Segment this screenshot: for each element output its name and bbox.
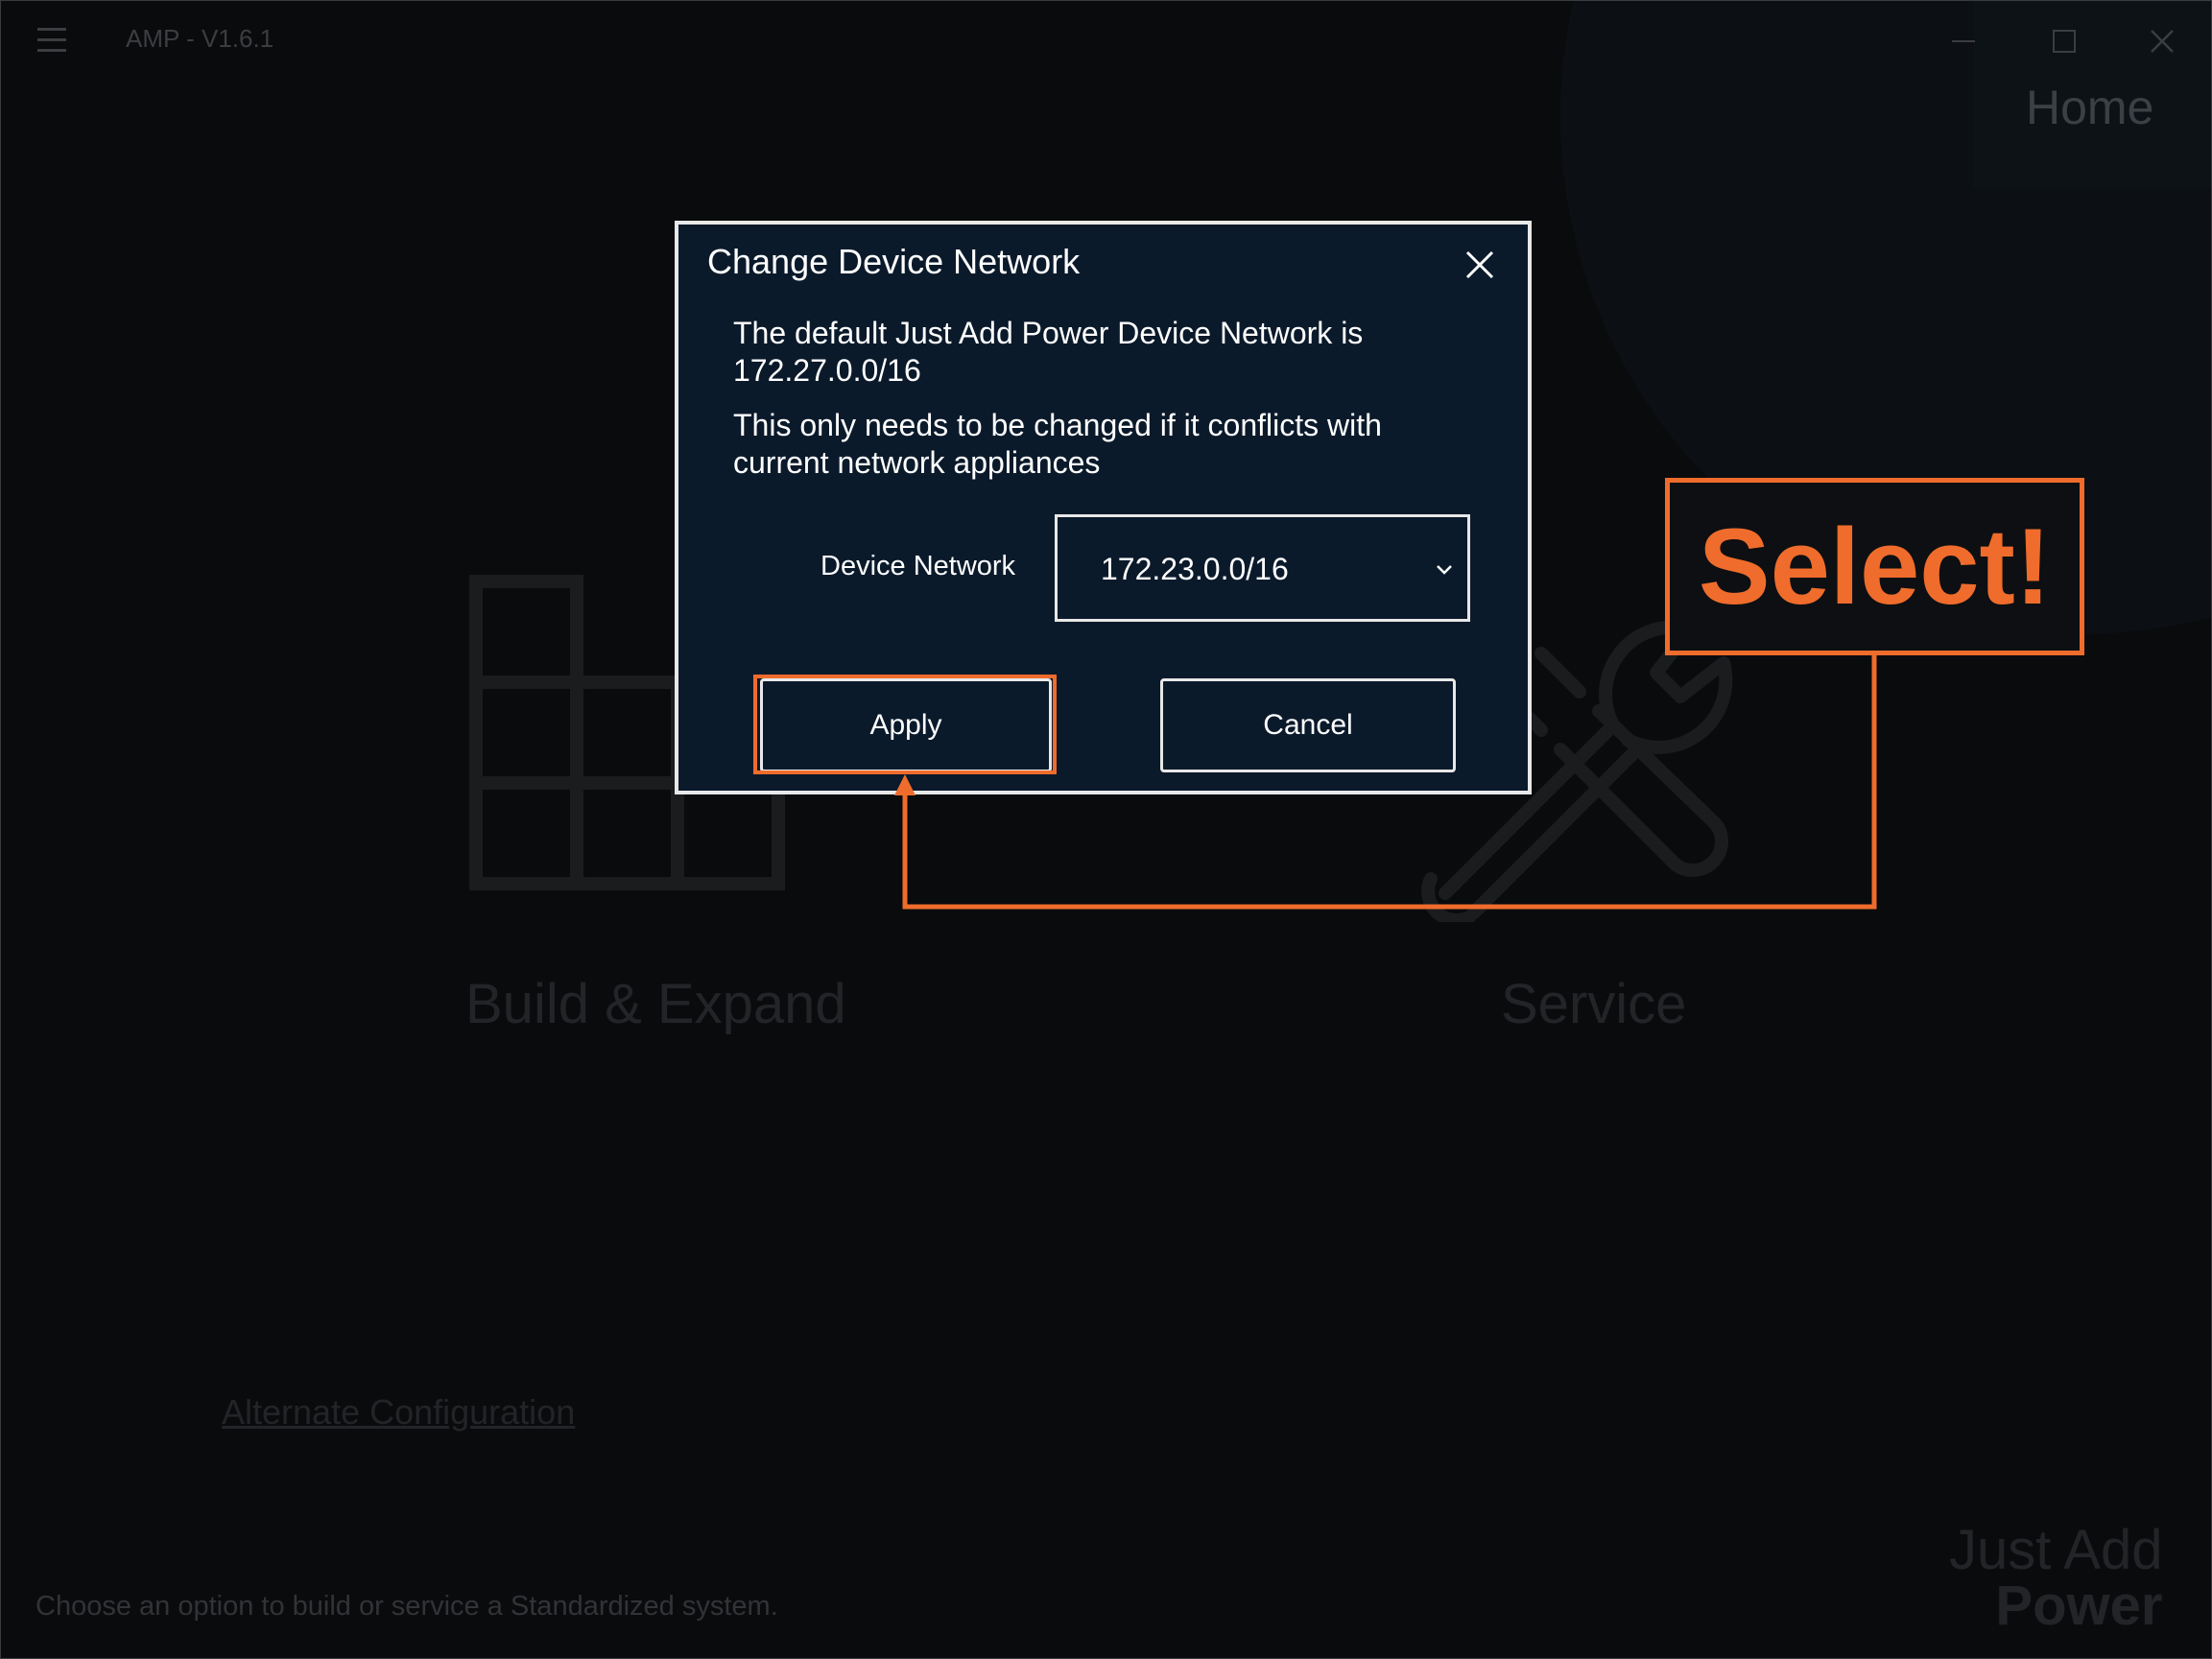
callout-text: Select!	[1698, 507, 2052, 627]
callout-connector-arrow	[894, 655, 1877, 910]
select-callout: Select!	[1665, 478, 2084, 655]
